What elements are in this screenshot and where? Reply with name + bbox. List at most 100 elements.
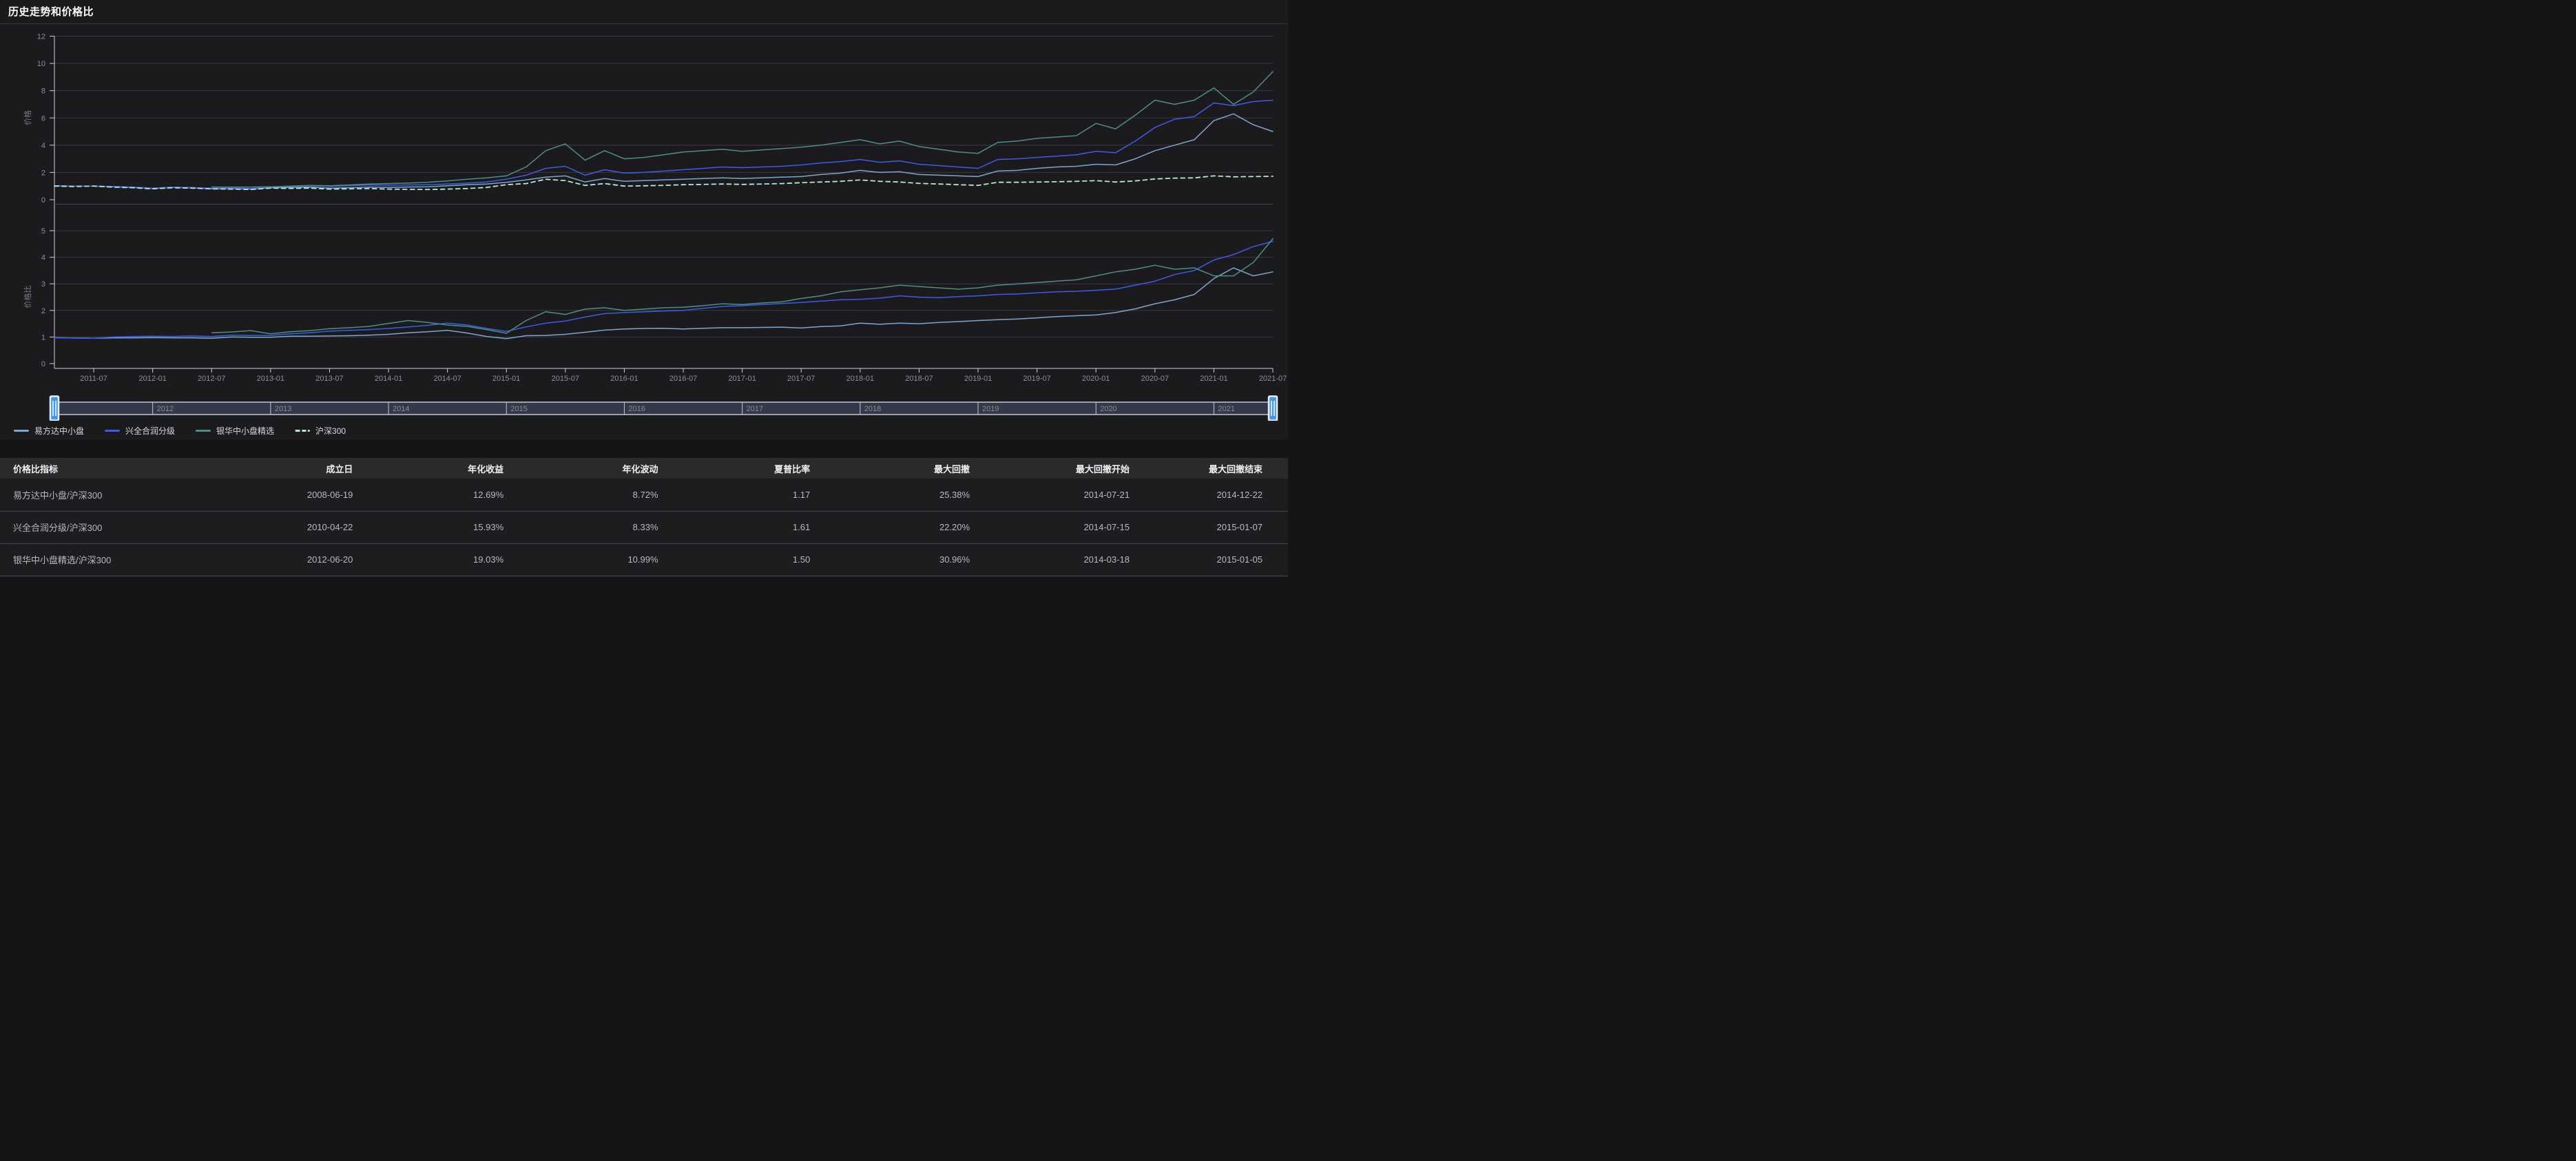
y-axis-label: 1 xyxy=(41,333,45,342)
legend-item-沪深300[interactable]: 沪深300 xyxy=(295,425,346,437)
slider-track[interactable] xyxy=(54,402,1273,415)
y-axis-label: 6 xyxy=(41,114,45,123)
y-axis-label: 4 xyxy=(41,142,45,150)
legend-item-银华中小盘精选[interactable]: 银华中小盘精选 xyxy=(196,425,274,437)
x-axis-label: 2020-07 xyxy=(1141,375,1169,383)
table-cell: 易方达中小盘/沪深300 xyxy=(0,479,222,511)
table-cell: 2015-01-05 xyxy=(1130,543,1288,576)
x-axis-label: 2019-07 xyxy=(1023,375,1050,383)
table-header-cell: 最大回撤结束 xyxy=(1130,458,1288,479)
x-axis-label: 2015-01 xyxy=(492,375,520,383)
table-row: 银华中小盘精选/沪深3002012-06-2019.03%10.99%1.503… xyxy=(0,543,1288,576)
table-cell: 2012-06-20 xyxy=(222,543,353,576)
y-axis-label: 10 xyxy=(37,60,45,68)
y-axis-label: 4 xyxy=(41,254,45,262)
table-header-cell: 年化收益 xyxy=(353,458,503,479)
series-兴全合润分级 xyxy=(54,101,1273,189)
stats-table-body: 易方达中小盘/沪深3002008-06-1912.69%8.72%1.1725.… xyxy=(0,479,1288,576)
table-cell: 兴全合润分级/沪深300 xyxy=(0,511,222,543)
legend-line-swatch xyxy=(105,430,120,432)
y-axis-name: 价格 xyxy=(23,110,32,125)
legend-item-易方达中小盘[interactable]: 易方达中小盘 xyxy=(14,425,84,437)
table-header-cell: 夏普比率 xyxy=(658,458,811,479)
x-axis-label: 2019-01 xyxy=(964,375,992,383)
legend-line-swatch xyxy=(14,430,29,432)
table-cell: 2008-06-19 xyxy=(222,479,353,511)
table-header-cell: 最大回撤 xyxy=(810,458,970,479)
x-axis-label: 2018-01 xyxy=(846,375,874,383)
slider-year-label: 2014 xyxy=(393,405,409,413)
table-cell: 2014-07-15 xyxy=(970,511,1130,543)
table-header-cell: 年化波动 xyxy=(503,458,658,479)
x-axis-label: 2017-01 xyxy=(728,375,756,383)
y-axis-label: 0 xyxy=(41,196,45,205)
y-axis-label: 2 xyxy=(41,307,45,315)
slider-year-label: 2013 xyxy=(275,405,291,413)
chart-panel: 024681012价格012345价格比2011-072012-012012-0… xyxy=(0,24,1288,421)
stats-table-wrap: 价格比指标成立日年化收益年化波动夏普比率最大回撤最大回撤开始最大回撤结束 易方达… xyxy=(0,458,1288,576)
series-银华中小盘精选 xyxy=(211,72,1273,187)
datazoom-slider: 2012201320142015201620172018201920202021 xyxy=(50,397,1277,421)
y-axis-label: 3 xyxy=(41,280,45,289)
legend-label: 兴全合润分级 xyxy=(125,425,175,437)
slider-handle-left[interactable] xyxy=(50,397,59,421)
x-axis-label: 2015-07 xyxy=(552,375,579,383)
slider-year-label: 2021 xyxy=(1218,405,1234,413)
table-cell: 10.99% xyxy=(503,543,658,576)
slider-handle-right[interactable] xyxy=(1269,397,1277,421)
table-cell: 15.93% xyxy=(353,511,503,543)
x-axis-label: 2011-07 xyxy=(80,375,107,383)
table-cell: 2014-03-18 xyxy=(970,543,1130,576)
table-header-cell: 成立日 xyxy=(222,458,353,479)
x-axis-label: 2016-07 xyxy=(669,375,697,383)
table-cell: 8.72% xyxy=(503,479,658,511)
ratio-chart: 012345价格比 xyxy=(23,227,1273,368)
table-cell: 12.69% xyxy=(353,479,503,511)
y-axis-name: 价格比 xyxy=(23,286,32,308)
legend-line-swatch xyxy=(295,430,310,432)
legend: 易方达中小盘 兴全合润分级 银华中小盘精选 沪深300 xyxy=(0,421,1288,440)
table-cell: 25.38% xyxy=(810,479,970,511)
chart-svg: 024681012价格012345价格比2011-072012-012012-0… xyxy=(0,24,1288,421)
x-axis-label: 2014-07 xyxy=(433,375,461,383)
slider-year-label: 2018 xyxy=(864,405,881,413)
legend-line-swatch xyxy=(196,430,211,432)
legend-label: 易方达中小盘 xyxy=(34,425,84,437)
slider-year-label: 2020 xyxy=(1100,405,1116,413)
series-易方达中小盘/沪深300 xyxy=(54,268,1273,339)
legend-item-兴全合润分级[interactable]: 兴全合润分级 xyxy=(105,425,175,437)
y-axis-label: 2 xyxy=(41,169,45,177)
table-cell: 1.61 xyxy=(658,511,811,543)
table-cell: 银华中小盘精选/沪深300 xyxy=(0,543,222,576)
slider-year-label: 2012 xyxy=(157,405,174,413)
y-axis-label: 12 xyxy=(37,33,45,41)
series-易方达中小盘 xyxy=(54,114,1273,189)
slider-year-label: 2016 xyxy=(628,405,645,413)
table-cell: 2015-01-07 xyxy=(1130,511,1288,543)
y-axis-label: 8 xyxy=(41,87,45,96)
x-axis-label: 2012-01 xyxy=(138,375,166,383)
page-title: 历史走势和价格比 xyxy=(8,6,1280,19)
x-axis-label: 2012-07 xyxy=(198,375,225,383)
table-cell: 1.17 xyxy=(658,479,811,511)
table-row: 易方达中小盘/沪深3002008-06-1912.69%8.72%1.1725.… xyxy=(0,479,1288,511)
x-axis-label: 2013-01 xyxy=(257,375,284,383)
table-cell: 2014-12-22 xyxy=(1130,479,1288,511)
x-axis-label: 2021-01 xyxy=(1200,375,1227,383)
table-header-cell: 价格比指标 xyxy=(0,458,222,479)
table-cell: 30.96% xyxy=(810,543,970,576)
table-cell: 8.33% xyxy=(503,511,658,543)
y-axis-label: 5 xyxy=(41,227,45,236)
x-axis-label: 2021-07 xyxy=(1259,375,1287,383)
slider-year-label: 2019 xyxy=(982,405,999,413)
slider-year-label: 2015 xyxy=(510,405,527,413)
table-cell: 22.20% xyxy=(810,511,970,543)
table-header-cell: 最大回撤开始 xyxy=(970,458,1130,479)
table-cell: 2014-07-21 xyxy=(970,479,1130,511)
stats-table: 价格比指标成立日年化收益年化波动夏普比率最大回撤最大回撤开始最大回撤结束 易方达… xyxy=(0,458,1288,576)
x-axis-label: 2020-01 xyxy=(1082,375,1110,383)
x-axis-label: 2014-01 xyxy=(375,375,402,383)
x-axis-label: 2018-07 xyxy=(905,375,933,383)
table-cell: 19.03% xyxy=(353,543,503,576)
x-axis-label: 2017-07 xyxy=(787,375,815,383)
